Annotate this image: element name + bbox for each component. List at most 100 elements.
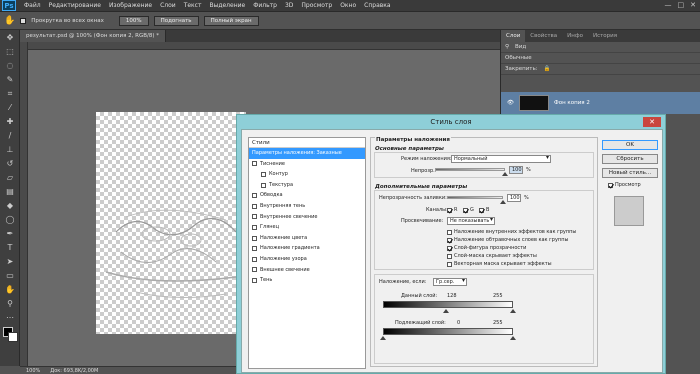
this-layer-max-knob[interactable] <box>510 309 516 313</box>
extra-tools-icon[interactable]: ⋯ <box>2 311 18 324</box>
gradient-icon[interactable]: ▤ <box>2 185 18 198</box>
this-layer-gradient[interactable] <box>383 301 513 308</box>
reset-button[interactable]: Сбросить <box>602 154 658 164</box>
this-layer-min-knob[interactable] <box>443 309 449 313</box>
style-checkbox[interactable] <box>252 161 257 167</box>
advanced-option-checkbox[interactable]: Векторная маска скрывает эффекты <box>447 261 552 267</box>
scroll-all-checkbox[interactable] <box>20 17 27 24</box>
advanced-option-checkbox[interactable]: Наложение обтравочных слоев как группы <box>447 237 568 243</box>
style-item[interactable]: Внутренняя тень <box>249 201 365 212</box>
style-item[interactable]: Обводка <box>249 190 365 201</box>
opacity-input[interactable]: 100 <box>509 166 523 174</box>
style-checkbox[interactable] <box>261 182 266 188</box>
fullscreen-button[interactable]: Полный экран <box>203 15 259 26</box>
crop-tool-icon[interactable]: ⌗ <box>2 87 18 100</box>
pen-icon[interactable]: ✒ <box>2 227 18 240</box>
menu-view[interactable]: Просмотр <box>297 2 336 9</box>
kind-filter[interactable]: Вид <box>515 44 526 50</box>
ok-button[interactable]: OK <box>602 140 658 150</box>
underlying-max-knob[interactable] <box>510 336 516 340</box>
eyedropper-icon[interactable]: ⁄ <box>2 101 18 114</box>
style-item[interactable]: Наложение узора <box>249 254 365 265</box>
style-item[interactable]: Глянец <box>249 222 365 233</box>
style-checkbox[interactable] <box>252 277 257 283</box>
menu-help[interactable]: Справка <box>360 2 394 9</box>
layer-blend-mode[interactable]: Обычные <box>505 55 532 61</box>
lasso-tool-icon[interactable]: ◌ <box>2 59 18 72</box>
style-checkbox[interactable] <box>252 214 257 220</box>
maximize-button[interactable]: □ <box>678 1 685 9</box>
path-select-icon[interactable]: ➤ <box>2 255 18 268</box>
menu-window[interactable]: Окно <box>336 2 360 9</box>
zoom-100-button[interactable]: 100% <box>118 15 149 26</box>
style-checkbox[interactable] <box>252 235 257 241</box>
history-brush-icon[interactable]: ↺ <box>2 157 18 170</box>
advanced-option-checkbox[interactable]: Слой-фигура прозрачности <box>447 245 526 251</box>
style-checkbox[interactable] <box>261 171 266 177</box>
blur-icon[interactable]: ◆ <box>2 199 18 212</box>
menu-image[interactable]: Изображение <box>105 2 156 9</box>
new-style-button[interactable]: Новый стиль... <box>602 168 658 178</box>
fill-opacity-knob[interactable] <box>500 200 506 204</box>
style-item[interactable]: Внешнее свечение <box>249 265 365 276</box>
minimize-button[interactable]: — <box>665 1 672 9</box>
zoom-icon[interactable]: ⚲ <box>2 297 18 310</box>
style-checkbox[interactable] <box>252 193 257 199</box>
shape-tool-icon[interactable]: ▭ <box>2 269 18 282</box>
channel-b[interactable]: B <box>479 207 489 213</box>
styles-header[interactable]: Стили <box>249 138 365 148</box>
brush-icon[interactable]: / <box>2 129 18 142</box>
close-button[interactable]: ✕ <box>690 1 696 9</box>
menu-file[interactable]: Файл <box>20 2 45 9</box>
fill-opacity-slider[interactable] <box>447 196 503 199</box>
dialog-close-icon[interactable]: ✕ <box>643 117 661 127</box>
document-tab[interactable]: результат.psd @ 100% (Фон копия 2, RGB/8… <box>20 30 167 42</box>
style-checkbox[interactable] <box>252 246 257 252</box>
healing-icon[interactable]: ✚ <box>2 115 18 128</box>
style-item[interactable]: Тень <box>249 275 365 286</box>
menu-filter[interactable]: Фильтр <box>249 2 281 9</box>
hand-icon[interactable]: ✋ <box>2 283 18 296</box>
underlying-min-knob[interactable] <box>380 336 386 340</box>
menu-3d[interactable]: 3D <box>281 2 297 9</box>
style-item[interactable]: Наложение цвета <box>249 233 365 244</box>
tab-layers[interactable]: Слои <box>501 30 526 42</box>
color-swatches[interactable] <box>2 326 18 346</box>
channel-r[interactable]: R <box>447 207 457 213</box>
dodge-icon[interactable]: ◯ <box>2 213 18 226</box>
menu-select[interactable]: Выделение <box>205 2 249 9</box>
style-item[interactable]: Тиснение <box>249 159 365 170</box>
menu-edit[interactable]: Редактирование <box>45 2 105 9</box>
style-item[interactable]: Контур <box>249 169 365 180</box>
style-checkbox[interactable] <box>252 267 257 273</box>
tab-properties[interactable]: Свойства <box>525 30 562 42</box>
channel-g[interactable]: G <box>463 207 474 213</box>
preview-checkbox[interactable]: Просмотр <box>608 182 641 188</box>
style-checkbox[interactable] <box>252 256 257 262</box>
menu-layers[interactable]: Слои <box>156 2 180 9</box>
opacity-slider[interactable] <box>435 168 505 171</box>
status-zoom[interactable]: 100% <box>26 368 40 374</box>
underlying-gradient[interactable] <box>383 328 513 335</box>
quick-select-icon[interactable]: ✎ <box>2 73 18 86</box>
advanced-option-checkbox[interactable]: Наложение внутренних эффектов как группы <box>447 229 576 235</box>
type-tool-icon[interactable]: T <box>2 241 18 254</box>
fill-opacity-input[interactable]: 100 <box>507 194 521 202</box>
eraser-icon[interactable]: ▱ <box>2 171 18 184</box>
eye-icon[interactable]: 👁 <box>507 100 514 106</box>
marquee-tool-icon[interactable]: ⬚ <box>2 45 18 58</box>
style-checkbox[interactable] <box>252 224 257 230</box>
style-item[interactable]: Наложение градиента <box>249 243 365 254</box>
fit-screen-button[interactable]: Подогнать <box>153 15 199 26</box>
stamp-icon[interactable]: ⊥ <box>2 143 18 156</box>
style-item[interactable]: Параметры наложения: Заказные <box>249 148 365 159</box>
blend-if-select[interactable]: Гр.сер. <box>433 278 467 286</box>
opacity-knob[interactable] <box>502 172 508 176</box>
style-item[interactable]: Текстура <box>249 180 365 191</box>
tab-history[interactable]: История <box>588 30 622 42</box>
menu-type[interactable]: Текст <box>180 2 206 9</box>
move-tool-icon[interactable]: ✥ <box>2 31 18 44</box>
style-checkbox[interactable] <box>252 203 257 209</box>
document-canvas[interactable] <box>96 112 246 334</box>
knockout-select[interactable]: Не показывать <box>447 217 495 225</box>
